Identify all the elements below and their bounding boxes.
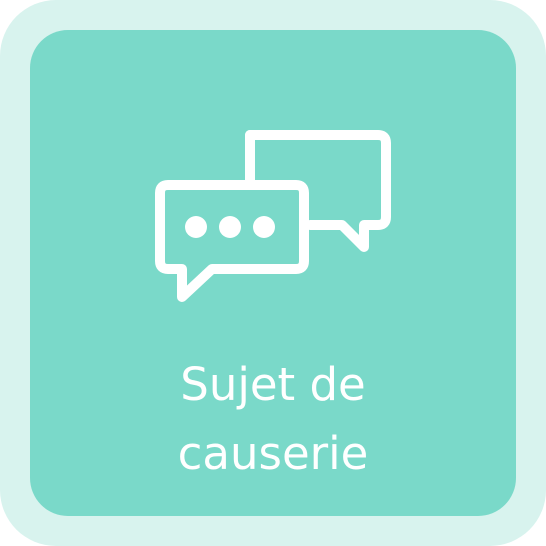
tile-label-line2: causerie [177,427,369,480]
chat-bubbles-icon [155,130,391,302]
tile-label-line1: Sujet de [180,358,366,411]
